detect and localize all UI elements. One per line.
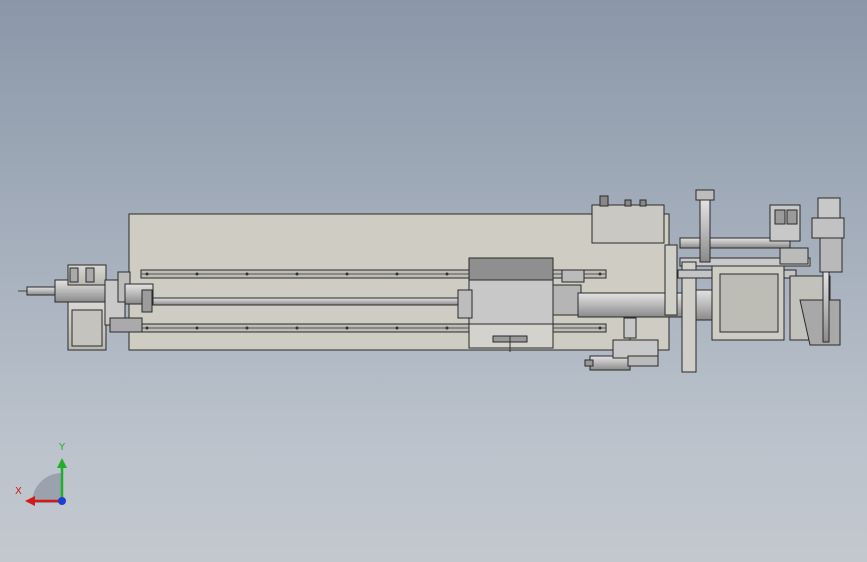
x-axis-label: X: [15, 486, 22, 497]
carriage-block: [457, 257, 554, 352]
guide-rod: [149, 297, 463, 306]
z-axis-dot: [58, 497, 66, 505]
control-box: [591, 195, 665, 244]
coordinate-triad: [25, 458, 67, 506]
triad-quadrant: [32, 473, 62, 503]
base-plate: [128, 213, 670, 351]
right-frame: [664, 189, 841, 373]
cad-viewport[interactable]: Y X: [0, 0, 867, 562]
y-axis-label: Y: [59, 442, 66, 453]
cad-model-drawing[interactable]: [0, 0, 867, 562]
